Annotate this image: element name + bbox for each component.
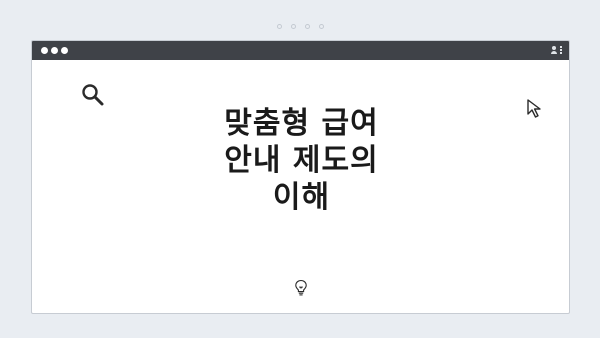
headline-line: 이해 [272, 180, 331, 215]
slide-content: 맞춤형 급여 안내 제도의 이해 [32, 60, 569, 313]
cursor-arrow-icon [527, 99, 541, 118]
minimize-dot-icon[interactable] [51, 47, 58, 54]
maximize-dot-icon[interactable] [61, 47, 68, 54]
lightbulb-icon [295, 279, 307, 296]
carousel-dot[interactable] [276, 24, 282, 29]
headline-line: 맞춤형 급여 [224, 106, 379, 141]
browser-window: 맞춤형 급여 안내 제도의 이해 [31, 40, 570, 314]
carousel-dot[interactable] [318, 24, 324, 29]
carousel-dot[interactable] [290, 24, 296, 29]
window-titlebar [32, 41, 569, 60]
close-dot-icon[interactable] [41, 47, 48, 54]
carousel-dot[interactable] [304, 24, 310, 29]
profile-menu-button[interactable] [547, 43, 565, 57]
headline-line: 안내 제도의 [224, 143, 379, 178]
window-controls [41, 47, 68, 54]
search-icon [82, 84, 104, 106]
carousel-dots [0, 24, 600, 29]
kebab-menu-icon [559, 46, 562, 54]
slide-headline: 맞춤형 급여 안내 제도의 이해 [122, 105, 481, 216]
person-icon [550, 46, 557, 54]
